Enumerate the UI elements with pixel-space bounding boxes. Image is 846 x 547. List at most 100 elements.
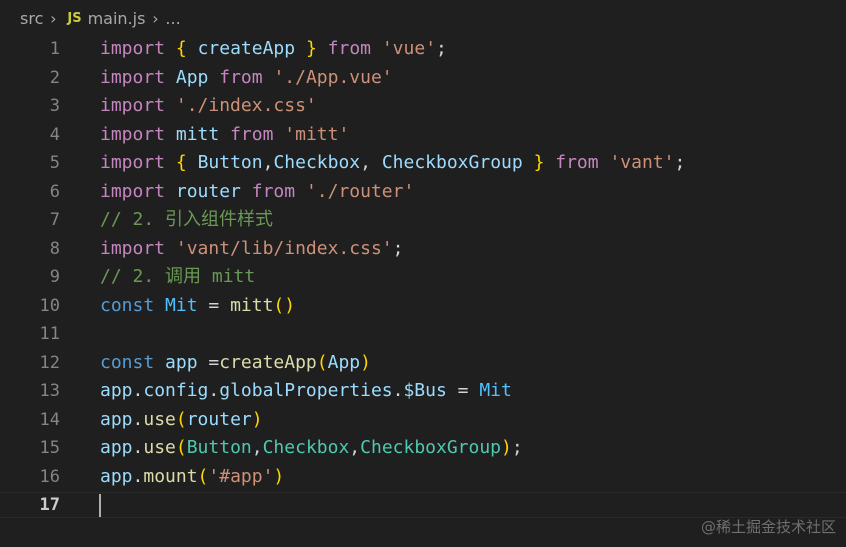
- code-line[interactable]: 12 const app =createApp(App): [0, 349, 846, 378]
- code-text[interactable]: import './index.css': [100, 92, 317, 121]
- code-token: (: [175, 408, 187, 430]
- code-line[interactable]: 5 import { Button,Checkbox, CheckboxGroup…: [0, 149, 846, 178]
- line-number: 13: [39, 381, 60, 401]
- code-token: // 2. 调用 mitt: [100, 266, 256, 287]
- code-text[interactable]: import { createApp } from 'vue';: [100, 35, 447, 64]
- text-cursor: [99, 494, 101, 517]
- code-text[interactable]: app.use(Button,Checkbox,CheckboxGroup);: [100, 434, 523, 463]
- code-text[interactable]: const Mit = mitt(): [100, 292, 295, 321]
- code-token: (): [273, 294, 296, 316]
- line-number: 11: [39, 324, 60, 344]
- code-token: router: [186, 408, 252, 430]
- line-number: 8: [49, 238, 60, 259]
- code-token: const: [100, 294, 155, 316]
- code-token: router: [175, 180, 241, 202]
- breadcrumb-symbol[interactable]: ...: [165, 9, 180, 28]
- line-number: 14: [39, 409, 60, 430]
- code-token: use: [143, 408, 176, 430]
- code-token: import: [100, 66, 166, 88]
- code-token: ;: [392, 237, 404, 259]
- code-line[interactable]: 3 import './index.css': [0, 92, 846, 121]
- code-token: ,: [349, 437, 361, 458]
- code-text[interactable]: import mitt from 'mitt': [100, 121, 349, 150]
- code-token: =: [197, 294, 231, 316]
- code-text[interactable]: app.config.globalProperties.$Bus = Mit: [100, 377, 512, 406]
- code-token: from: [555, 152, 599, 173]
- code-line[interactable]: 16 app.mount('#app'): [0, 463, 846, 492]
- code-text[interactable]: import router from './router': [100, 178, 414, 207]
- code-text[interactable]: const app =createApp(App): [100, 349, 371, 378]
- code-token: import: [100, 38, 166, 59]
- code-token: 'vue': [381, 38, 437, 59]
- code-token: App: [327, 351, 361, 373]
- code-text[interactable]: app.use(router): [100, 406, 263, 435]
- code-line[interactable]: 8 import 'vant/lib/index.css';: [0, 235, 846, 264]
- code-token: app: [100, 380, 133, 401]
- code-token: .: [132, 408, 144, 430]
- code-token: from: [230, 123, 274, 145]
- code-token: import: [100, 152, 166, 173]
- code-text[interactable]: app.mount('#app'): [100, 463, 284, 492]
- line-number: 4: [49, 124, 60, 145]
- code-token: from: [219, 66, 263, 88]
- code-token: const: [100, 351, 155, 373]
- code-token: ;: [436, 38, 447, 59]
- code-text[interactable]: // 2. 引入组件样式: [100, 206, 273, 235]
- code-token: ): [251, 408, 263, 430]
- code-token: ): [273, 465, 285, 487]
- code-editor[interactable]: src › JS main.js › ... 1 import { createA…: [0, 0, 846, 547]
- code-token: createApp: [197, 38, 296, 59]
- breadcrumb-file[interactable]: main.js: [88, 9, 146, 28]
- code-token: './App.vue': [273, 66, 393, 88]
- code-token: from: [327, 38, 371, 59]
- chevron-right-icon: ›: [152, 8, 159, 28]
- code-line[interactable]: 6 import router from './router': [0, 178, 846, 207]
- code-token: app: [100, 437, 133, 458]
- code-line[interactable]: 15 app.use(Button,Checkbox,CheckboxGroup)…: [0, 434, 846, 463]
- line-number: 12: [39, 352, 60, 373]
- code-token: ;: [674, 152, 686, 173]
- code-text[interactable]: // 2. 调用 mitt: [100, 263, 255, 292]
- code-token: =: [446, 380, 480, 401]
- code-text[interactable]: import { Button,Checkbox, CheckboxGroup …: [100, 149, 685, 178]
- code-line[interactable]: 13 app.config.globalProperties.$Bus = Mit: [0, 377, 846, 406]
- code-token: createApp: [219, 351, 317, 373]
- code-text[interactable]: import 'vant/lib/index.css';: [100, 235, 403, 264]
- breadcrumb-folder[interactable]: src: [20, 9, 43, 28]
- code-line[interactable]: 11: [0, 320, 846, 349]
- code-token: '#app': [208, 465, 274, 487]
- code-token: (: [175, 437, 187, 458]
- line-number: 5: [49, 153, 60, 173]
- code-token: ,: [262, 152, 274, 173]
- code-token: use: [143, 437, 176, 458]
- code-line[interactable]: 14 app.use(router): [0, 406, 846, 435]
- code-token: Mit: [479, 380, 512, 401]
- code-line[interactable]: 1 import { createApp } from 'vue';: [0, 35, 846, 64]
- code-line[interactable]: 9 // 2. 调用 mitt: [0, 263, 846, 292]
- code-token: CheckboxGroup: [360, 437, 502, 458]
- code-token: import: [100, 95, 166, 116]
- code-token: }: [305, 38, 317, 59]
- code-token: globalProperties: [219, 380, 393, 401]
- line-number: 17: [39, 495, 60, 515]
- code-line[interactable]: 2 import App from './App.vue': [0, 64, 846, 93]
- line-number: 15: [39, 438, 60, 458]
- code-token: .: [208, 380, 220, 401]
- code-token: app: [165, 351, 198, 373]
- code-line[interactable]: 7 // 2. 引入组件样式: [0, 206, 846, 235]
- line-number: 1: [49, 39, 60, 59]
- code-area[interactable]: 1 import { createApp } from 'vue'; 2 import…: [0, 35, 846, 520]
- code-text[interactable]: import App from './App.vue': [100, 64, 393, 93]
- line-number: 6: [49, 181, 60, 202]
- code-line[interactable]: 10 const Mit = mitt(): [0, 292, 846, 321]
- code-token: import: [100, 180, 166, 202]
- code-token: 'mitt': [284, 123, 350, 145]
- code-token: App: [175, 66, 209, 88]
- code-token: ): [501, 437, 512, 458]
- code-line[interactable]: 4 import mitt from 'mitt': [0, 121, 846, 150]
